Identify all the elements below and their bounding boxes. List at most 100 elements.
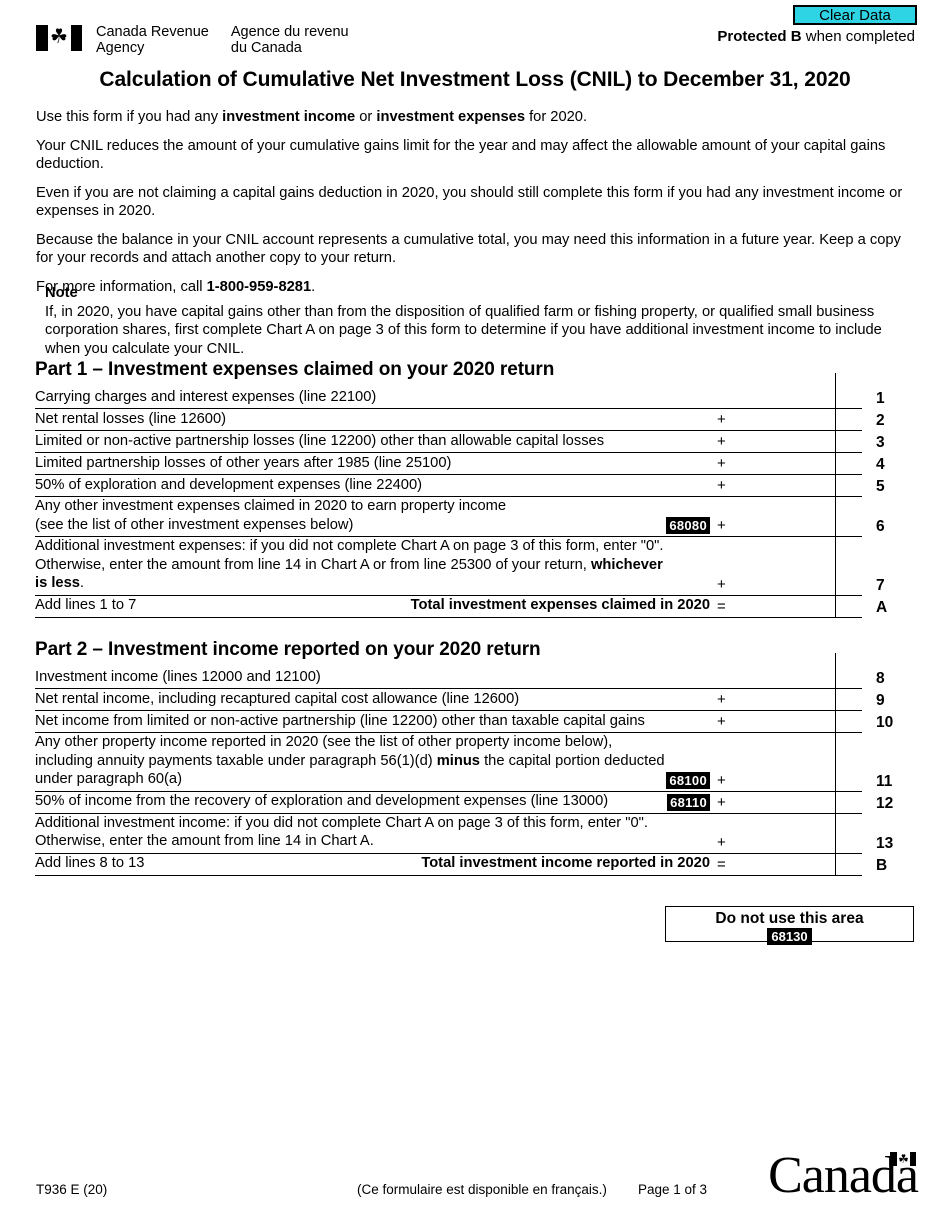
table-row: Investment income (lines 12000 and 12100…: [35, 653, 915, 689]
line-description: Net rental income, including recaptured …: [35, 690, 710, 711]
protected-b-rest: when completed: [801, 28, 915, 45]
intro-p1-bold2: investment expenses: [376, 109, 525, 125]
amount-input[interactable]: [736, 439, 862, 475]
clear-data-button[interactable]: Clear Data: [793, 5, 917, 25]
line-description-text: Any other investment expenses claimed in…: [35, 497, 506, 534]
protected-b-label: Protected B when completed: [717, 28, 915, 45]
box-code: 68110: [667, 793, 710, 811]
flag-bar-right: [70, 25, 82, 51]
amount-input[interactable]: [736, 483, 862, 537]
line6-text-2: (see the list of other investment expens…: [35, 516, 354, 533]
line11-text-3: under paragraph 60(a): [35, 771, 182, 787]
line-number: 13: [876, 834, 894, 852]
line-operator: =: [710, 598, 736, 618]
line-number: 1: [876, 390, 885, 407]
amount-input[interactable]: [736, 581, 862, 618]
line-description-text: Carrying charges and interest expenses (…: [35, 388, 377, 405]
line-description: Add lines 8 to 13 Total investment incom…: [35, 854, 710, 876]
line-description-text: Additional investment expenses: if you d…: [35, 537, 663, 593]
line-number: 8: [876, 670, 885, 687]
part-1-heading: Part 1 – Investment expenses claimed on …: [35, 359, 555, 380]
line-description: Additional investment expenses: if you d…: [35, 537, 710, 596]
protected-b-bold: Protected B: [717, 28, 802, 45]
line-description-text: Limited or non-active partnership losses…: [35, 432, 605, 449]
line11-text-2a: including annuity payments taxable under…: [35, 752, 437, 769]
agency-name-fr: Agence du revenu du Canada: [231, 24, 349, 56]
line-description: Any other property income reported in 20…: [35, 733, 710, 792]
table-row: Any other property income reported in 20…: [35, 719, 915, 792]
amount-input[interactable]: [736, 675, 862, 711]
line-operator: =: [710, 856, 736, 876]
line-number: 7: [876, 576, 885, 594]
total-label: Total investment expenses claimed in 202…: [410, 597, 710, 613]
amount-input[interactable]: [736, 523, 862, 596]
amount-input[interactable]: [736, 777, 862, 814]
table-row: Net rental losses (line 12600) + 2: [35, 395, 915, 431]
amount-input[interactable]: [736, 799, 862, 854]
line-description-text: Investment income (lines 12000 and 12100…: [35, 668, 321, 685]
maple-leaf-icon: ☘: [898, 1151, 909, 1166]
line7-text-2a: Otherwise, enter the amount from line 14…: [35, 556, 591, 573]
line7-text-3c: .: [79, 575, 85, 591]
page-indicator: Page 1 of 3: [638, 1182, 708, 1197]
line7-text-2b: whichever: [590, 556, 663, 573]
amount-input[interactable]: [736, 653, 862, 689]
line11-text-2b: minus: [436, 752, 480, 769]
part-2-heading: Part 2 – Investment income reported on y…: [35, 639, 541, 660]
line-operator: +: [710, 691, 736, 711]
line7-text-1: Additional investment expenses: if you d…: [35, 538, 664, 554]
line-description: Carrying charges and interest expenses (…: [35, 388, 710, 409]
table-row: Carrying charges and interest expenses (…: [35, 373, 915, 409]
line-description-text: Additional investment income: if you did…: [35, 814, 648, 851]
line-description-text: Add lines 1 to 7: [35, 597, 137, 613]
line-number: B: [876, 856, 888, 874]
flag-bar-left: [890, 1152, 897, 1166]
line-operator: +: [710, 713, 736, 733]
amount-input[interactable]: [736, 697, 862, 733]
do-not-use-title: Do not use this area: [715, 910, 864, 927]
agency-name-en: Canada Revenue Agency: [96, 24, 209, 56]
amount-input[interactable]: [736, 373, 862, 409]
canadian-flag-icon: ☘: [36, 25, 82, 51]
line-description: Investment income (lines 12000 and 12100…: [35, 668, 710, 689]
line-description: Limited partnership losses of other year…: [35, 454, 710, 475]
line-operator: +: [710, 433, 736, 453]
note-body: If, in 2020, you have capital gains othe…: [45, 303, 882, 357]
amount-input[interactable]: [736, 417, 862, 453]
line-operator: +: [710, 834, 736, 854]
amount-input[interactable]: [736, 719, 862, 792]
line-operator: +: [710, 772, 736, 792]
line-operator: +: [710, 477, 736, 497]
line-description-text: Net rental income, including recaptured …: [35, 690, 520, 707]
line-operator: +: [710, 517, 736, 537]
intro-text: Use this form if you had any investment …: [36, 108, 914, 296]
table-row: Limited partnership losses of other year…: [35, 439, 915, 475]
intro-p1-mid: or: [355, 109, 377, 125]
line-number: 4: [876, 456, 885, 473]
part-2-rows: Investment income (lines 12000 and 12100…: [35, 653, 915, 876]
cra-logo: ☘ Canada Revenue Agency Agence du revenu…: [36, 24, 349, 56]
amount-input[interactable]: [736, 839, 862, 876]
canada-wordmark: Canada ☘: [768, 1150, 919, 1202]
box-code: 68080: [666, 517, 710, 534]
amount-input[interactable]: [736, 461, 862, 497]
line-number: 6: [876, 518, 885, 535]
line-description: Limited or non-active partnership losses…: [35, 432, 710, 453]
box-code: 68100: [666, 771, 710, 789]
line-number: 9: [876, 692, 885, 709]
line7-text-3b: is less: [35, 575, 80, 591]
intro-p1-a: Use this form if you had any: [36, 109, 223, 125]
note-title: Note: [45, 285, 78, 301]
table-row: Additional investment expenses: if you d…: [35, 523, 915, 596]
amount-input[interactable]: [736, 395, 862, 431]
line-description-text: Any other property income reported in 20…: [35, 733, 665, 789]
page-title: Calculation of Cumulative Net Investment…: [99, 68, 851, 91]
form-page: Clear Data Protected B when completed ☘ …: [0, 0, 950, 1230]
do-not-use-area: Do not use this area 68130: [665, 906, 914, 945]
part-1-rows: Carrying charges and interest expenses (…: [35, 373, 915, 618]
line-number: 12: [876, 794, 894, 812]
french-availability-note: (Ce formulaire est disponible en françai…: [357, 1182, 607, 1197]
intro-paragraph-3: Even if you are not claiming a capital g…: [36, 184, 903, 220]
line-description-text: Limited partnership losses of other year…: [35, 454, 452, 471]
maple-leaf-icon: ☘: [50, 26, 68, 49]
